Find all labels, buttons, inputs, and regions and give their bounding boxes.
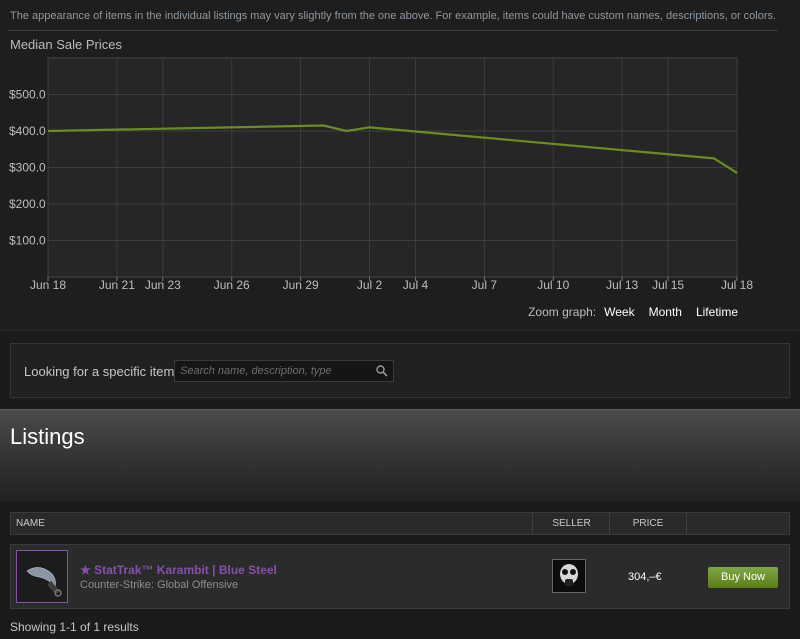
x-tick-label: Jul 10	[537, 278, 569, 292]
column-price: PRICE	[609, 513, 687, 534]
listings-table-header: NAME SELLER PRICE	[10, 512, 790, 535]
item-game-name: Counter-Strike: Global Offensive	[80, 579, 239, 591]
median-price-chart[interactable]: Jun 18 Jun 21 Jun 23 Jun 26 Jun 29 Jul 2 Jul 4…	[0, 0, 800, 330]
gas-mask-avatar-icon	[553, 560, 585, 592]
zoom-label: Zoom graph:	[528, 305, 597, 319]
x-tick-label: Jun 18	[30, 278, 66, 292]
x-tick-label: Jun 21	[99, 278, 135, 292]
x-tick-label: Jul 2	[357, 278, 383, 292]
x-tick-label: Jun 26	[214, 278, 250, 292]
item-name-link[interactable]: ★ StatTrak™ Karambit | Blue Steel	[80, 563, 277, 577]
zoom-week-link[interactable]: Week	[604, 305, 634, 319]
zoom-controls: Zoom graph: Week Month Lifetime	[528, 305, 738, 319]
x-tick-label: Jun 23	[145, 278, 181, 292]
item-thumbnail[interactable]	[16, 550, 68, 603]
search-input[interactable]	[175, 361, 370, 381]
x-tick-label: Jul 4	[403, 278, 429, 292]
column-name: NAME	[16, 518, 45, 529]
item-price: 304,–€	[628, 571, 662, 583]
seller-avatar[interactable]	[552, 559, 586, 593]
y-tick-label: $200.0	[9, 197, 46, 211]
table-row: ★ StatTrak™ Karambit | Blue Steel Counte…	[10, 544, 790, 609]
x-tick-label: Jul 18	[721, 278, 753, 292]
y-tick-label: $500.0	[9, 88, 46, 102]
x-tick-label: Jul 13	[606, 278, 638, 292]
y-tick-label: $400.0	[9, 124, 46, 138]
listings-title: Listings	[10, 424, 85, 449]
search-box[interactable]	[174, 360, 394, 382]
listings-header: Listings	[0, 409, 800, 502]
search-icon[interactable]	[375, 364, 389, 378]
item-search-panel: Looking for a specific item?	[10, 343, 790, 398]
x-tick-label: Jul 15	[652, 278, 684, 292]
x-tick-label: Jul 7	[472, 278, 498, 292]
karambit-knife-icon	[26, 567, 62, 597]
column-seller: SELLER	[532, 513, 610, 534]
search-label: Looking for a specific item?	[24, 364, 182, 379]
results-count: Showing 1-1 of 1 results	[10, 620, 139, 634]
price-history-panel: The appearance of items in the individua…	[0, 0, 800, 331]
y-tick-label: $100.0	[9, 234, 46, 248]
y-tick-label: $300.0	[9, 161, 46, 175]
buy-now-button[interactable]: Buy Now	[708, 567, 778, 588]
zoom-month-link[interactable]: Month	[649, 305, 682, 319]
zoom-lifetime-link[interactable]: Lifetime	[696, 305, 738, 319]
x-tick-label: Jun 29	[283, 278, 319, 292]
